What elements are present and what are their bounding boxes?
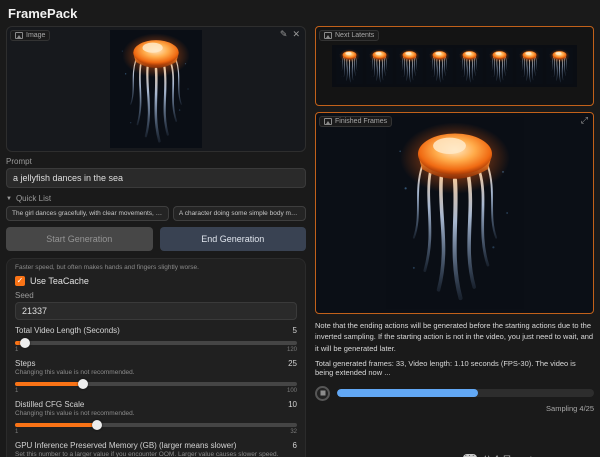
image-icon [15,32,23,39]
fullscreen-icon[interactable]: ⤢ [581,116,588,125]
stop-icon[interactable] [315,386,330,401]
quick-list-item[interactable]: A character doing some simple body movem… [173,206,306,221]
progress-bar [337,389,594,397]
latent-frames-strip [332,45,577,87]
latent-frame [546,48,573,84]
slider-thumb[interactable] [20,338,30,348]
latent-frame [456,48,483,84]
slider-distilled-cfg-scale: Distilled CFG Scale 10 Changing this val… [15,400,297,435]
close-icon[interactable]: ✕ [292,30,300,39]
quick-list-label: Quick List [16,194,51,203]
input-image-label: Image [10,30,50,41]
slider-value[interactable]: 6 [293,441,297,450]
next-latents-label: Next Latents [319,30,379,41]
start-generation-button[interactable]: Start Generation [6,227,153,251]
finished-frames-video [384,117,526,309]
slider-track[interactable] [15,423,297,427]
prompt-label: Prompt [6,157,306,166]
teacache-note: Faster speed, but often makes hands and … [15,264,297,272]
slider-label: Total Video Length (Seconds) [15,326,120,335]
latent-frame [516,48,543,84]
quick-list-item[interactable]: The girl dances gracefully, with clear m… [6,206,169,221]
slider-note: Changing this value is not recommended. [15,410,297,417]
finished-frames-panel[interactable]: Finished Frames ⤢ [315,112,594,314]
slider-value[interactable]: 5 [293,326,297,335]
slider-fill [15,341,25,345]
slider-thumb[interactable] [92,420,102,430]
slider-track[interactable] [15,341,297,345]
input-image-jellyfish [110,30,202,148]
latent-frame [366,48,393,84]
slider-thumb[interactable] [78,379,88,389]
chevron-down-icon: ▼ [6,196,12,202]
slider-label: Steps [15,359,35,368]
slider-min: 1 [15,388,18,394]
settings-group: Faster speed, but often makes hands and … [6,258,306,457]
slider-max: 120 [287,347,297,353]
slider-gpu-preserved-memory: GPU Inference Preserved Memory (GB) (lar… [15,441,297,457]
slider-label: Distilled CFG Scale [15,400,84,409]
app-header: FramePack [0,0,600,26]
seed-input[interactable]: 21337 [15,302,297,320]
finished-frames-label: Finished Frames [319,116,392,127]
teacache-label: Use TeaCache [30,276,89,286]
slider-min: 1 [15,347,18,353]
wechat-watermark: 公众号：Glen [463,452,543,457]
slider-min: 1 [15,429,18,435]
input-image-panel[interactable]: Image ✎ ✕ [6,26,306,152]
latent-frame [426,48,453,84]
teacache-row: ✓ Use TeaCache [15,276,297,286]
slider-label: GPU Inference Preserved Memory (GB) (lar… [15,441,236,450]
sampling-note: Note that the ending actions will be gen… [315,320,594,354]
video-icon [324,118,332,125]
slider-value[interactable]: 25 [288,359,297,368]
latent-frame [336,48,363,84]
edit-icon[interactable]: ✎ [280,30,288,39]
quick-list-header[interactable]: ▼ Quick List [6,194,306,203]
slider-total-video-length: Total Video Length (Seconds) 5 1 120 [15,326,297,353]
slider-fill [15,423,97,427]
end-generation-button[interactable]: End Generation [160,227,307,251]
latent-frame [396,48,423,84]
slider-track[interactable] [15,382,297,386]
app-title: FramePack [8,6,77,21]
main-layout: Image ✎ ✕ Prompt a jellyfish dances in t… [0,26,600,457]
generation-status: Total generated frames: 33, Video length… [315,359,594,377]
slider-note: Changing this value is not recommended. [15,369,297,376]
progress-fill [337,389,478,397]
image-icon [324,32,332,39]
seed-label: Seed [15,291,297,300]
right-column: Next Latents Finished Frames ⤢ [315,26,594,457]
left-column: Image ✎ ✕ Prompt a jellyfish dances in t… [6,26,306,457]
slider-fill [15,382,83,386]
slider-value[interactable]: 10 [288,400,297,409]
slider-note: Set this number to a larger value if you… [15,451,297,457]
slider-steps: Steps 25 Changing this value is not reco… [15,359,297,394]
prompt-input[interactable]: a jellyfish dances in the sea [6,168,306,188]
next-latents-panel[interactable]: Next Latents [315,26,594,106]
progress-row [315,386,594,401]
teacache-checkbox[interactable]: ✓ [15,276,25,286]
sampling-progress-label: Sampling 4/25 [315,404,594,413]
slider-max: 32 [290,429,297,435]
slider-max: 100 [287,388,297,394]
latent-frame [486,48,513,84]
